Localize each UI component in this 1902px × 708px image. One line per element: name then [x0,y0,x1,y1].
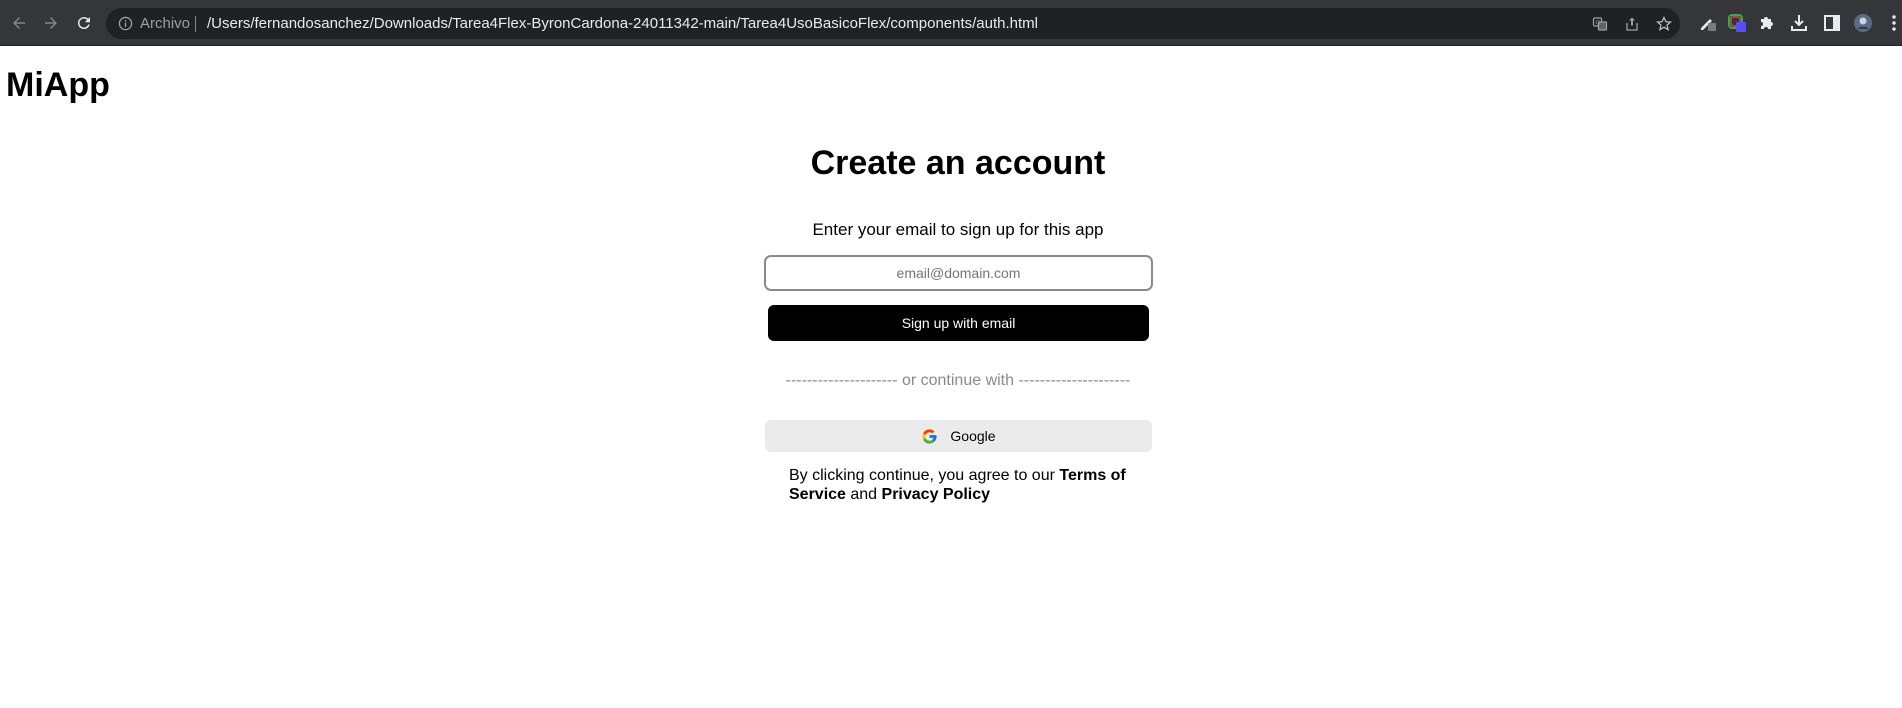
reload-button[interactable] [73,12,95,34]
puzzle-icon[interactable] [1757,13,1777,33]
privacy-link[interactable]: Privacy Policy [882,486,991,503]
google-button-label: Google [950,428,996,444]
svg-text:G: G [1596,20,1601,27]
brand-logo: MiApp [6,66,110,104]
arrow-right-icon [45,17,57,29]
url-text[interactable]: /Users/fernandosanchez/Downloads/Tarea4F… [207,15,1038,32]
reload-icon [77,17,90,30]
download-icon[interactable] [1789,13,1809,33]
legal-middle: and [845,486,882,503]
legal-prefix: By clicking continue, you agree to our [789,467,1060,484]
scheme-label: Archivo [140,15,191,32]
pen-extension-icon[interactable] [1698,13,1718,33]
arrow-left-icon [13,17,25,29]
avatar[interactable] [1853,13,1873,33]
or-continue-divider: --------------------- or continue with -… [785,372,1131,389]
google-signin-button[interactable]: Google [765,420,1152,452]
side-panel-icon[interactable] [1822,13,1842,33]
translate-icon[interactable]: G [1592,16,1608,32]
page-title: Create an account [810,144,1106,182]
signup-email-button[interactable]: Sign up with email [768,305,1149,341]
address-bar[interactable]: Archivo /Users/fernandosanchez/Downloads… [106,8,1680,39]
forward-button[interactable] [40,12,62,34]
kebab-menu-icon[interactable] [1888,13,1902,33]
google-icon [921,428,938,445]
legal-notice: By clicking continue, you agree to our T… [789,466,1149,504]
browser-toolbar: Archivo /Users/fernandosanchez/Downloads… [0,0,1902,46]
omnibox-separator [195,16,196,32]
info-icon[interactable] [118,16,133,31]
star-icon[interactable] [1656,16,1672,32]
page-subtitle: Enter your email to sign up for this app [812,220,1104,239]
color-extension-icon[interactable] [1727,13,1747,33]
back-button[interactable] [8,12,30,34]
email-field[interactable] [764,255,1153,291]
share-icon[interactable] [1624,16,1640,32]
